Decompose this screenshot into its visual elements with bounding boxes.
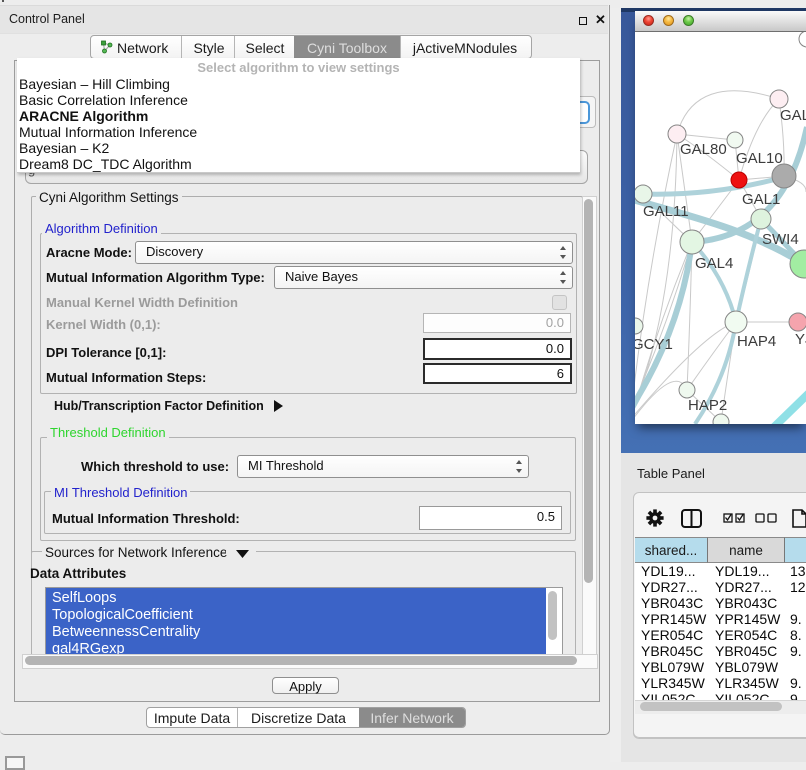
svg-text:HAP2: HAP2 [688,397,727,414]
svg-text:GCY1: GCY1 [635,336,673,353]
svg-text:GAL10: GAL10 [736,150,783,167]
svg-text:SWI4: SWI4 [762,231,799,248]
svg-text:GAL1: GAL1 [742,191,780,208]
svg-text:GAL80: GAL80 [680,141,727,158]
svg-text:HAP4: HAP4 [737,333,776,350]
svg-text:GAL4: GAL4 [695,255,733,272]
svg-text:YJ: YJ [795,331,806,348]
svg-text:GAL2: GAL2 [780,107,806,124]
svg-text:GAL11: GAL11 [643,203,689,220]
